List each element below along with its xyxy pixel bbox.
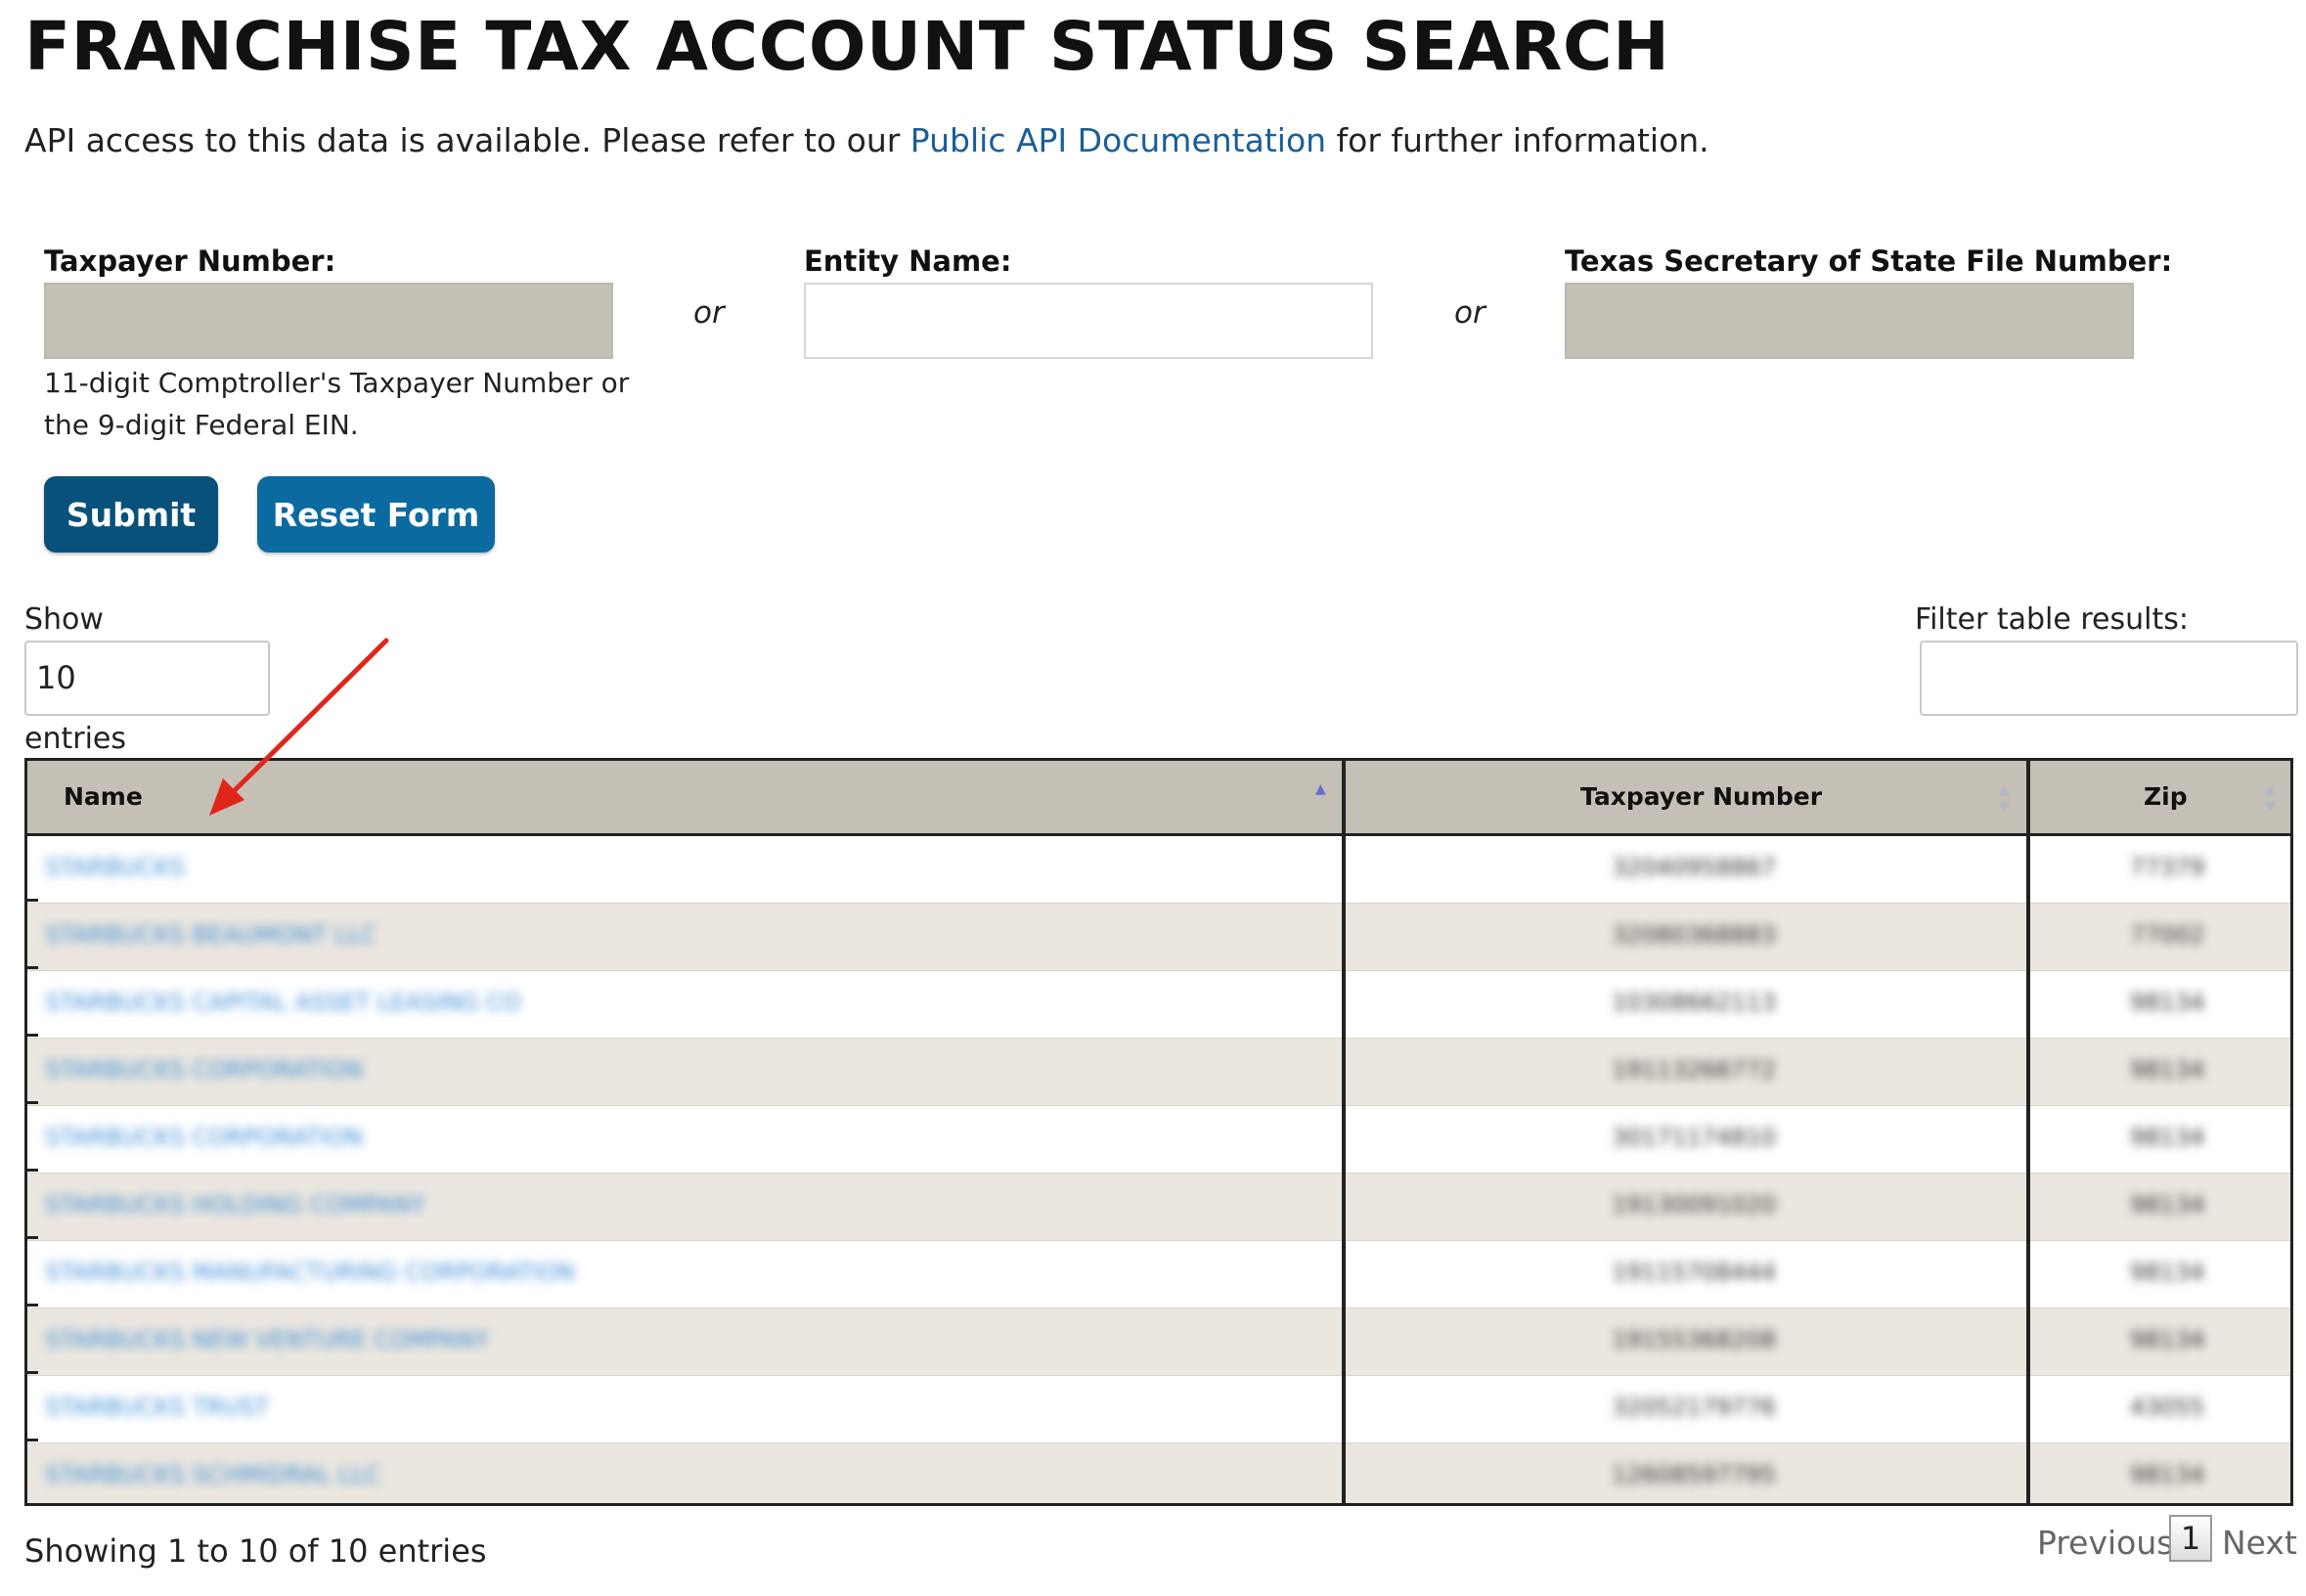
column-divider <box>2026 761 2030 1503</box>
taxpayer-number-cell: 19155368208 <box>1612 1326 1776 1353</box>
taxpayer-number-input[interactable] <box>44 283 613 359</box>
api-notice-text: API access to this data is available. Pl… <box>24 121 910 159</box>
entity-name-link[interactable]: STARBUCKS HOLDING COMPANY <box>45 1191 425 1220</box>
entity-name-input[interactable] <box>804 283 1373 359</box>
entity-name-link[interactable]: STARBUCKS <box>45 854 185 883</box>
taxpayer-number-cell: 32080368883 <box>1612 921 1776 949</box>
filter-input[interactable] <box>1920 641 2298 716</box>
taxpayer-number-cell: 30171174810 <box>1612 1124 1776 1151</box>
column-divider <box>1342 761 1346 1503</box>
zip-cell: 98134 <box>2130 1191 2205 1219</box>
sos-file-number-label: Texas Secretary of State File Number: <box>1565 244 2173 278</box>
page-size-select[interactable]: 10 <box>24 641 270 716</box>
entity-name-link[interactable]: STARBUCKS BEAUMONT LLC <box>45 921 377 951</box>
entity-name-link[interactable]: STARBUCKS NEW VENTURE COMPANY <box>45 1326 490 1355</box>
sort-both-icon[interactable]: ▲ ▼ <box>1999 782 2010 816</box>
taxpayer-number-cell: 19130091020 <box>1612 1191 1776 1219</box>
taxpayer-number-cell: 10308662113 <box>1612 989 1776 1016</box>
table-row: STARBUCKS SCHMIDRAL LLC 12608597795 9813… <box>27 1443 2290 1503</box>
column-header-name[interactable]: Name <box>64 761 143 833</box>
previous-page-button[interactable]: Previous <box>2037 1519 2173 1568</box>
or-separator-2: or <box>1454 295 1486 331</box>
public-api-documentation-link[interactable]: Public API Documentation <box>910 121 1326 159</box>
reset-form-button[interactable]: Reset Form <box>257 476 495 553</box>
taxpayer-number-cell: 32052179776 <box>1612 1394 1776 1421</box>
page-1-button[interactable]: 1 <box>2169 1515 2212 1562</box>
taxpayer-number-hint: 11-digit Comptroller's Taxpayer Number o… <box>44 367 630 441</box>
zip-cell: 98134 <box>2130 1326 2205 1353</box>
sort-ascending-icon[interactable]: ▲ <box>1315 782 1326 796</box>
sort-both-icon[interactable]: ▲ ▼ <box>2265 782 2276 816</box>
entity-name-link[interactable]: STARBUCKS CAPITAL ASSET LEASING CO <box>45 989 521 1018</box>
table-body: STARBUCKS 32040958867 77379 STARBUCKS BE… <box>27 836 2290 1503</box>
taxpayer-number-label: Taxpayer Number: <box>44 244 336 278</box>
table-row: STARBUCKS CORPORATION 30171174810 98134 <box>27 1106 2290 1174</box>
table-row: STARBUCKS CAPITAL ASSET LEASING CO 10308… <box>27 971 2290 1039</box>
zip-cell: 43055 <box>2130 1394 2205 1421</box>
zip-cell: 98134 <box>2130 989 2205 1016</box>
entity-name-link[interactable]: STARBUCKS SCHMIDRAL LLC <box>45 1461 380 1490</box>
zip-cell: 77379 <box>2130 854 2205 881</box>
entity-name-link[interactable]: STARBUCKS TRUST <box>45 1394 269 1423</box>
zip-cell: 98134 <box>2130 1259 2205 1286</box>
taxpayer-number-cell: 12608597795 <box>1612 1461 1776 1488</box>
next-page-button[interactable]: Next <box>2222 1519 2297 1568</box>
api-notice: API access to this data is available. Pl… <box>24 121 1709 159</box>
results-table: Name ▲ Taxpayer Number ▲ ▼ Zip ▲ ▼ STARBUC… <box>24 758 2293 1506</box>
api-notice-text-end: for further information. <box>1326 121 1709 159</box>
zip-cell: 98134 <box>2130 1056 2205 1084</box>
entity-name-link[interactable]: STARBUCKS CORPORATION <box>45 1124 363 1153</box>
filter-label: Filter table results: <box>1915 602 2189 637</box>
table-header: Name ▲ Taxpayer Number ▲ ▼ Zip ▲ ▼ <box>27 761 2290 836</box>
column-header-taxpayer-number[interactable]: Taxpayer Number <box>1580 761 1822 833</box>
entity-name-link[interactable]: STARBUCKS CORPORATION <box>45 1056 363 1086</box>
table-row: STARBUCKS NEW VENTURE COMPANY 1915536820… <box>27 1308 2290 1376</box>
entity-name-link[interactable]: STARBUCKS MANUFACTURING CORPORATION <box>45 1259 575 1288</box>
entity-name-label: Entity Name: <box>804 244 1012 278</box>
table-info: Showing 1 to 10 of 10 entries <box>24 1532 487 1570</box>
table-row: STARBUCKS 32040958867 77379 <box>27 836 2290 904</box>
table-row: STARBUCKS TRUST 32052179776 43055 <box>27 1376 2290 1443</box>
zip-cell: 77002 <box>2130 921 2205 949</box>
or-separator-1: or <box>693 295 725 331</box>
zip-cell: 98134 <box>2130 1461 2205 1488</box>
table-row: STARBUCKS CORPORATION 19113266772 98134 <box>27 1039 2290 1106</box>
show-label: Show <box>24 602 104 637</box>
entries-label: entries <box>24 722 126 756</box>
taxpayer-number-cell: 19115708444 <box>1612 1259 1776 1286</box>
column-header-zip[interactable]: Zip <box>2144 761 2188 833</box>
zip-cell: 98134 <box>2130 1124 2205 1151</box>
table-row: STARBUCKS MANUFACTURING CORPORATION 1911… <box>27 1241 2290 1308</box>
submit-button[interactable]: Submit <box>44 476 218 553</box>
table-row: STARBUCKS BEAUMONT LLC 32080368883 77002 <box>27 904 2290 971</box>
sos-file-number-input[interactable] <box>1565 283 2134 359</box>
taxpayer-number-cell: 32040958867 <box>1612 854 1776 881</box>
table-row: STARBUCKS HOLDING COMPANY 19130091020 98… <box>27 1174 2290 1241</box>
page-title: FRANCHISE TAX ACCOUNT STATUS SEARCH <box>24 8 1670 86</box>
taxpayer-number-cell: 19113266772 <box>1612 1056 1776 1084</box>
